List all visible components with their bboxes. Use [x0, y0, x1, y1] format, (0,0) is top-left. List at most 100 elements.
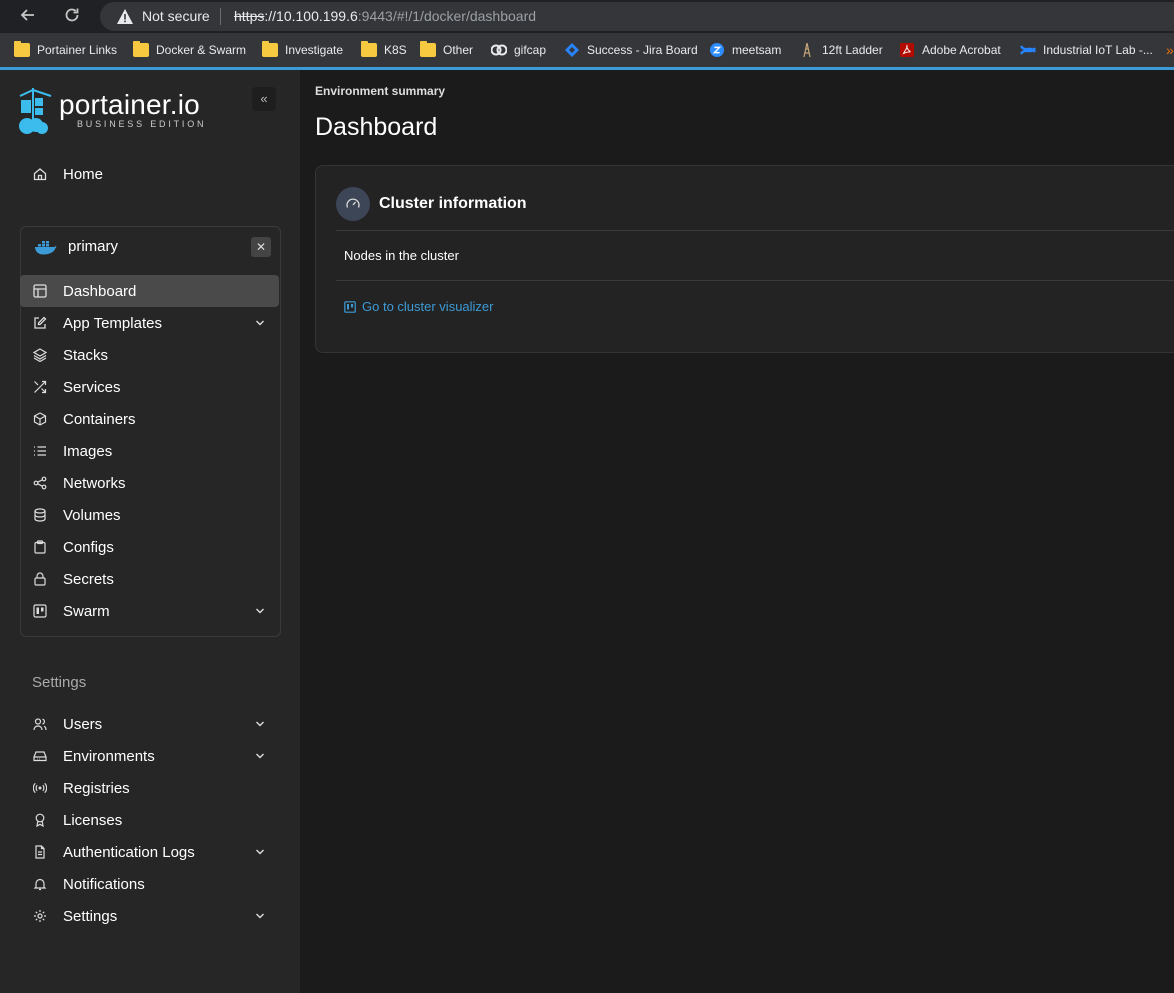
- reload-icon: [65, 8, 79, 22]
- back-button[interactable]: [16, 5, 40, 27]
- bookmarks-overflow-icon[interactable]: »: [1166, 41, 1174, 59]
- ladder-icon: [803, 43, 811, 57]
- warning-icon: [117, 9, 133, 24]
- folder-icon: [133, 41, 149, 57]
- bookmark-k8s[interactable]: K8S: [361, 41, 407, 59]
- settings-icon: [32, 908, 48, 924]
- sidebar-item-label: Notifications: [63, 875, 145, 893]
- sidebar-item-containers[interactable]: Containers: [20, 403, 279, 435]
- sidebar-item-stacks[interactable]: Stacks: [20, 339, 279, 371]
- sidebar-item-swarm[interactable]: Swarm: [20, 595, 279, 627]
- sidebar-item-label: Configs: [63, 538, 114, 556]
- sidebar-item-dashboard[interactable]: Dashboard: [20, 275, 279, 307]
- bookmark-meetsam[interactable]: meetsam: [709, 41, 781, 59]
- brand-edition: BUSINESS EDITION: [77, 119, 207, 129]
- sidebar-item-label: Volumes: [63, 506, 121, 524]
- award-icon: [32, 812, 48, 828]
- dashboard-icon: [32, 283, 48, 299]
- security-label[interactable]: Not secure: [142, 8, 210, 24]
- sidebar-item-networks[interactable]: Networks: [20, 467, 279, 499]
- breadcrumb: Environment summary: [315, 84, 446, 98]
- sidebar-item-notifications[interactable]: Notifications: [20, 868, 279, 900]
- bookmark-12ft-ladder[interactable]: 12ft Ladder: [799, 41, 883, 59]
- bookmark-label: Investigate: [285, 43, 344, 57]
- folder-icon: [14, 41, 30, 57]
- bookmark-label: meetsam: [732, 43, 782, 57]
- list-icon: [32, 443, 48, 459]
- bookmark-investigate[interactable]: Investigate: [262, 41, 343, 59]
- folder-icon: [420, 41, 436, 57]
- bookmark-label: Success - Jira Board: [587, 43, 698, 57]
- bookmark-gifcap[interactable]: gifcap: [491, 41, 546, 59]
- cluster-visualizer-link[interactable]: Go to cluster visualizer: [344, 299, 494, 314]
- collapse-sidebar-button[interactable]: «: [252, 87, 276, 111]
- trello-icon: [344, 300, 356, 313]
- sidebar-item-label: Containers: [63, 410, 136, 428]
- brand-name: portainer.io: [59, 89, 200, 120]
- clipboard-icon: [32, 539, 48, 555]
- sidebar-item-environments[interactable]: Environments: [20, 740, 279, 772]
- confluence-icon: [1020, 45, 1036, 55]
- main-content: Environment summary Dashboard Cluster in…: [300, 70, 1174, 993]
- chevrons-left-icon: «: [260, 91, 268, 106]
- sidebar-item-users[interactable]: Users: [20, 708, 279, 740]
- home-icon: [32, 166, 48, 182]
- sidebar-item-app-templates[interactable]: App Templates: [20, 307, 279, 339]
- sidebar-item-registries[interactable]: Registries: [20, 772, 279, 804]
- edit-icon: [32, 315, 48, 331]
- sidebar-item-settings[interactable]: Settings: [20, 900, 279, 932]
- bookmark-jira[interactable]: Success - Jira Board: [564, 41, 698, 59]
- bookmark-label: Industrial IoT Lab -...: [1043, 43, 1153, 57]
- zoom-icon: [710, 43, 724, 57]
- bookmark-industrial-iot[interactable]: Industrial IoT Lab -...: [1020, 41, 1153, 59]
- browser-toolbar: Not secure https://10.100.199.6:9443/#!/…: [0, 0, 1174, 33]
- sidebar-item-label: Swarm: [63, 602, 110, 620]
- url-path: :9443/#!/1/docker/dashboard: [357, 8, 537, 24]
- reload-button[interactable]: [60, 5, 84, 27]
- sidebar-item-licenses[interactable]: Licenses: [20, 804, 279, 836]
- gauge-icon: [336, 187, 370, 221]
- cluster-information-card: Cluster information Nodes in the cluster…: [315, 165, 1174, 353]
- chevron-down-icon[interactable]: [255, 847, 265, 857]
- sidebar-item-label: Settings: [63, 907, 118, 925]
- bookmark-label: Adobe Acrobat: [922, 43, 1001, 57]
- url-text[interactable]: https://10.100.199.6:9443/#!/1/docker/da…: [234, 8, 536, 24]
- chevron-down-icon[interactable]: [255, 911, 265, 921]
- folder-icon: [262, 41, 278, 57]
- link-label: Go to cluster visualizer: [362, 299, 494, 314]
- bookmark-portainer-links[interactable]: Portainer Links: [14, 41, 117, 59]
- bookmark-label: Portainer Links: [37, 43, 118, 57]
- sidebar-item-secrets[interactable]: Secrets: [20, 563, 279, 595]
- bookmark-docker-swarm[interactable]: Docker & Swarm: [133, 41, 246, 59]
- bookmark-other[interactable]: Other: [420, 41, 473, 59]
- nodes-in-cluster-label: Nodes in the cluster: [344, 248, 459, 263]
- chevron-down-icon[interactable]: [255, 751, 265, 761]
- sidebar-item-label: Stacks: [63, 346, 109, 364]
- sidebar-item-configs[interactable]: Configs: [20, 531, 279, 563]
- bookmark-label: gifcap: [514, 43, 547, 57]
- bookmark-adobe-acrobat[interactable]: Adobe Acrobat: [899, 41, 1001, 59]
- environment-name: primary: [68, 238, 119, 255]
- bell-icon: [32, 876, 48, 892]
- docker-icon: [35, 241, 57, 255]
- chevron-down-icon[interactable]: [255, 606, 265, 616]
- folder-icon: [361, 41, 377, 57]
- sidebar-item-home[interactable]: Home: [20, 158, 279, 190]
- close-environment-button[interactable]: ✕: [251, 237, 271, 257]
- bookmark-label: 12ft Ladder: [822, 43, 883, 57]
- hard-drive-icon: [32, 748, 48, 764]
- sidebar-item-label: Licenses: [63, 811, 123, 829]
- sidebar-item-images[interactable]: Images: [20, 435, 279, 467]
- chevron-down-icon[interactable]: [255, 318, 265, 328]
- address-bar[interactable]: Not secure https://10.100.199.6:9443/#!/…: [100, 2, 1174, 31]
- sidebar-item-label: App Templates: [63, 314, 162, 332]
- settings-heading: Settings: [32, 674, 87, 691]
- radio-icon: [32, 780, 48, 796]
- sidebar-item-services[interactable]: Services: [20, 371, 279, 403]
- sidebar-item-authentication-logs[interactable]: Authentication Logs: [20, 836, 279, 868]
- layers-icon: [32, 347, 48, 363]
- database-icon: [32, 507, 48, 523]
- chevron-down-icon[interactable]: [255, 719, 265, 729]
- bookmark-label: Other: [443, 43, 474, 57]
- sidebar-item-volumes[interactable]: Volumes: [20, 499, 279, 531]
